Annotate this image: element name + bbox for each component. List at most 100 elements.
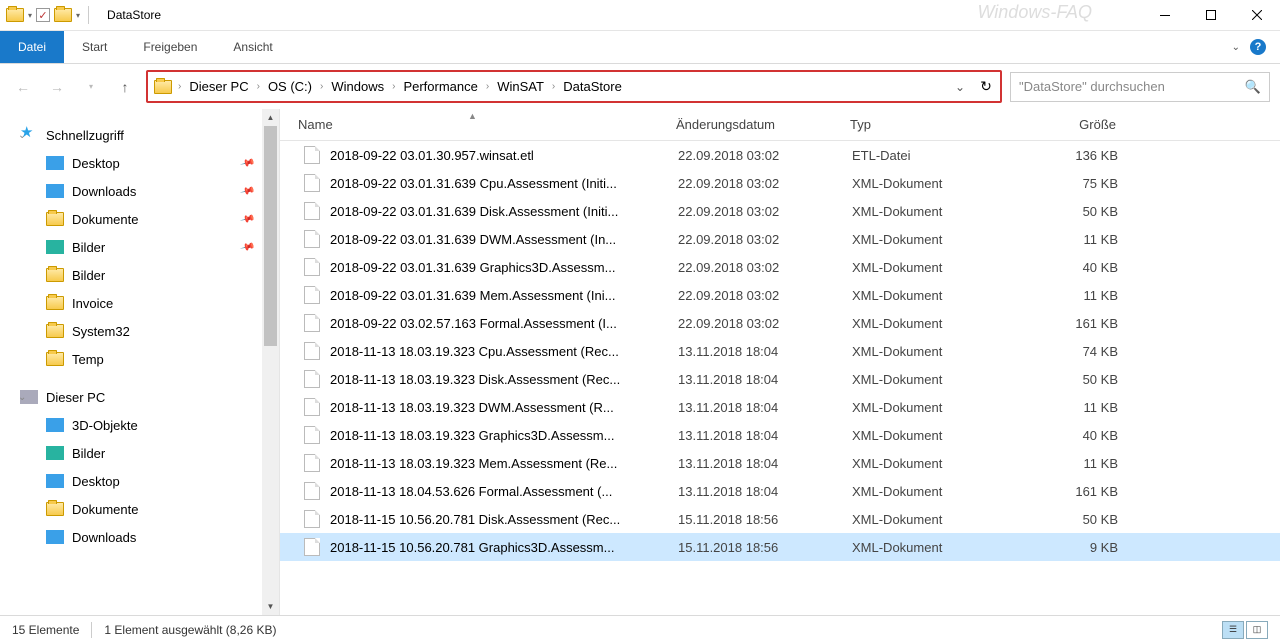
file-date: 15.11.2018 18:56 — [678, 540, 852, 555]
pin-icon[interactable]: 📌 — [239, 183, 255, 199]
file-date: 22.09.2018 03:02 — [678, 260, 852, 275]
file-row[interactable]: 2018-11-15 10.56.20.781 Graphics3D.Asses… — [280, 533, 1280, 561]
up-button[interactable]: ↑ — [112, 74, 138, 100]
properties-icon[interactable]: ✓ — [36, 8, 50, 22]
file-date: 13.11.2018 18:04 — [678, 456, 852, 471]
chevron-right-icon[interactable]: › — [484, 81, 491, 92]
file-name: 2018-11-13 18.04.53.626 Formal.Assessmen… — [330, 484, 678, 499]
file-row[interactable]: 2018-09-22 03.01.31.639 Graphics3D.Asses… — [280, 253, 1280, 281]
scroll-thumb[interactable] — [264, 126, 277, 346]
tree-label: Dieser PC — [46, 390, 105, 405]
folder-icon[interactable] — [6, 8, 24, 22]
help-icon[interactable]: ? — [1250, 39, 1266, 55]
file-row[interactable]: 2018-11-13 18.04.53.626 Formal.Assessmen… — [280, 477, 1280, 505]
pin-icon[interactable]: 📌 — [239, 211, 255, 227]
file-row[interactable]: 2018-11-13 18.03.19.323 Mem.Assessment (… — [280, 449, 1280, 477]
column-name[interactable]: ▲Name — [298, 117, 676, 132]
tab-view[interactable]: Ansicht — [215, 31, 290, 63]
file-row[interactable]: 2018-09-22 03.01.30.957.winsat.etl22.09.… — [280, 141, 1280, 169]
close-button[interactable] — [1234, 0, 1280, 31]
file-icon — [304, 482, 320, 500]
chevron-right-icon[interactable]: › — [390, 81, 397, 92]
refresh-button[interactable]: ↻ — [972, 73, 1000, 101]
file-icon — [304, 202, 320, 220]
scroll-down-icon[interactable]: ▼ — [262, 598, 279, 615]
tree-pc-documents[interactable]: Dokumente — [0, 495, 279, 523]
tree-pc-desktop[interactable]: Desktop — [0, 467, 279, 495]
file-date: 22.09.2018 03:02 — [678, 148, 852, 163]
tab-share[interactable]: Freigeben — [125, 31, 215, 63]
open-folder-icon[interactable] — [54, 8, 72, 22]
tree-system32[interactable]: System32 — [0, 317, 279, 345]
file-row[interactable]: 2018-11-13 18.03.19.323 DWM.Assessment (… — [280, 393, 1280, 421]
file-icon — [304, 258, 320, 276]
chevron-right-icon[interactable]: › — [318, 81, 325, 92]
file-size: 50 KB — [1026, 372, 1136, 387]
file-row[interactable]: 2018-09-22 03.01.31.639 Mem.Assessment (… — [280, 281, 1280, 309]
maximize-button[interactable] — [1188, 0, 1234, 31]
tree-downloads[interactable]: Downloads📌 — [0, 177, 279, 205]
chevron-right-icon[interactable]: › — [255, 81, 262, 92]
separator — [88, 6, 89, 24]
pin-icon[interactable]: 📌 — [239, 239, 255, 255]
tab-start[interactable]: Start — [64, 31, 125, 63]
ribbon-expand-icon[interactable]: ⌄ — [1232, 42, 1240, 53]
qat-overflow-icon[interactable]: ▾ — [76, 11, 80, 20]
file-row[interactable]: 2018-09-22 03.01.31.639 Disk.Assessment … — [280, 197, 1280, 225]
breadcrumb[interactable]: DataStore — [557, 79, 628, 94]
qat-dropdown-icon[interactable]: ▾ — [28, 11, 32, 20]
file-row[interactable]: 2018-11-13 18.03.19.323 Cpu.Assessment (… — [280, 337, 1280, 365]
file-date: 13.11.2018 18:04 — [678, 484, 852, 499]
tree-pc-pictures[interactable]: Bilder — [0, 439, 279, 467]
thumbnails-view-button[interactable]: ◫ — [1246, 621, 1268, 639]
search-input[interactable]: "DataStore" durchsuchen 🔍 — [1010, 72, 1270, 102]
tree-temp[interactable]: Temp — [0, 345, 279, 373]
chevron-right-icon[interactable]: › — [550, 81, 557, 92]
breadcrumb[interactable]: Dieser PC — [183, 79, 254, 94]
file-size: 75 KB — [1026, 176, 1136, 191]
file-row[interactable]: 2018-11-13 18.03.19.323 Graphics3D.Asses… — [280, 421, 1280, 449]
details-view-button[interactable]: ☰ — [1222, 621, 1244, 639]
minimize-button[interactable] — [1142, 0, 1188, 31]
recent-dropdown-icon[interactable]: ▾ — [78, 74, 104, 100]
tree-desktop[interactable]: Desktop📌 — [0, 149, 279, 177]
file-row[interactable]: 2018-09-22 03.01.31.639 DWM.Assessment (… — [280, 225, 1280, 253]
tree-invoice[interactable]: Invoice — [0, 289, 279, 317]
file-row[interactable]: 2018-09-22 03.02.57.163 Formal.Assessmen… — [280, 309, 1280, 337]
column-type[interactable]: Typ — [850, 117, 1024, 132]
pin-icon[interactable]: 📌 — [239, 155, 255, 171]
folder-icon — [46, 502, 64, 516]
breadcrumb[interactable]: WinSAT — [491, 79, 550, 94]
tree-3d-objects[interactable]: 3D-Objekte — [0, 411, 279, 439]
collapse-icon[interactable]: ⌄ — [18, 392, 26, 403]
file-size: 161 KB — [1026, 316, 1136, 331]
chevron-right-icon[interactable]: › — [176, 81, 183, 92]
back-button[interactable]: ← — [10, 74, 36, 100]
sidebar-scrollbar[interactable]: ▲ ▼ — [262, 109, 279, 615]
address-bar[interactable]: › Dieser PC › OS (C:) › Windows › Perfor… — [146, 70, 1002, 103]
tree-documents[interactable]: Dokumente📌 — [0, 205, 279, 233]
column-headers: ▲Name Änderungsdatum Typ Größe — [280, 109, 1280, 141]
file-row[interactable]: 2018-11-15 10.56.20.781 Disk.Assessment … — [280, 505, 1280, 533]
tree-pictures-2[interactable]: Bilder — [0, 261, 279, 289]
forward-button[interactable]: → — [44, 74, 70, 100]
tree-this-pc[interactable]: ⌄ Dieser PC — [0, 383, 279, 411]
folder-icon — [46, 352, 64, 366]
file-row[interactable]: 2018-11-13 18.03.19.323 Disk.Assessment … — [280, 365, 1280, 393]
tree-label: Desktop — [72, 474, 120, 489]
column-size[interactable]: Größe — [1024, 117, 1134, 132]
file-row[interactable]: 2018-09-22 03.01.31.639 Cpu.Assessment (… — [280, 169, 1280, 197]
tab-file[interactable]: Datei — [0, 31, 64, 63]
column-date[interactable]: Änderungsdatum — [676, 117, 850, 132]
address-dropdown-icon[interactable]: ⌄ — [948, 80, 972, 94]
file-name: 2018-09-22 03.01.30.957.winsat.etl — [330, 148, 678, 163]
tree-pictures[interactable]: Bilder📌 — [0, 233, 279, 261]
breadcrumb[interactable]: Performance — [397, 79, 483, 94]
file-icon — [304, 370, 320, 388]
downloads-icon — [46, 184, 64, 198]
breadcrumb[interactable]: Windows — [325, 79, 390, 94]
breadcrumb[interactable]: OS (C:) — [262, 79, 318, 94]
tree-quick-access[interactable]: ⌄ Schnellzugriff — [0, 121, 279, 149]
scroll-up-icon[interactable]: ▲ — [262, 109, 279, 126]
tree-pc-downloads[interactable]: Downloads — [0, 523, 279, 551]
